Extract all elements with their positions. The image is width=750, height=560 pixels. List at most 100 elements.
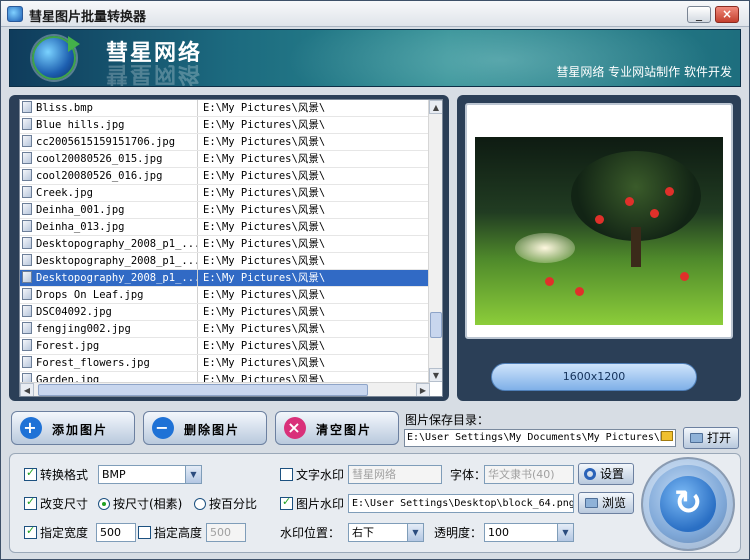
vertical-scroll-thumb[interactable]	[430, 312, 442, 338]
opacity-select[interactable]: 100 ▼	[484, 523, 574, 542]
file-path: E:\My Pictures\风景\	[203, 102, 326, 114]
folder-icon[interactable]	[661, 431, 673, 441]
file-row[interactable]: Blue hills.jpg E:\My Pictures\风景\	[20, 117, 430, 134]
file-name: cc2005615159151706.jpg	[36, 136, 176, 148]
chevron-down-icon[interactable]: ▼	[407, 524, 423, 541]
file-name: cool20080526_016.jpg	[36, 170, 163, 182]
file-row[interactable]: Desktopography_2008_p1_... E:\My Pictures…	[20, 236, 430, 253]
font-label: 字体：	[450, 468, 487, 482]
width-option[interactable]: 指定宽度	[24, 524, 88, 541]
font-input[interactable]: 华文隶书(40)	[484, 465, 574, 484]
scroll-down-icon[interactable]: ▼	[429, 368, 442, 382]
by-percent-label: 按百分比	[209, 497, 258, 511]
by-size-radio[interactable]	[98, 498, 110, 510]
browse-folder-icon	[585, 498, 598, 508]
scroll-left-icon[interactable]: ◀	[20, 383, 34, 396]
save-dir-input[interactable]: E:\User Settings\My Documents\My Picture…	[404, 429, 676, 447]
file-row[interactable]: fengjing002.jpg E:\My Pictures\风景\	[20, 321, 430, 338]
window-title: 彗星图片批量转换器	[29, 10, 147, 25]
text-watermark-checkbox[interactable]	[280, 468, 293, 481]
scroll-up-icon[interactable]: ▲	[429, 100, 442, 114]
image-watermark-option[interactable]: 图片水印	[280, 495, 344, 512]
image-file-icon	[22, 220, 32, 232]
text-watermark-option[interactable]: 文字水印	[280, 466, 344, 483]
file-row[interactable]: Desktopography_2008_p1_... E:\My Pictures…	[20, 270, 430, 287]
file-row[interactable]: cc2005615159151706.jpg E:\My Pictures\风景\	[20, 134, 430, 151]
clear-images-button[interactable]: × 清空图片	[275, 411, 399, 445]
preview-image	[475, 137, 723, 325]
watermark-position-select[interactable]: 右下 ▼	[348, 523, 424, 542]
file-row[interactable]: Deinha_013.jpg E:\My Pictures\风景\	[20, 219, 430, 236]
file-list[interactable]: Bliss.bmp E:\My Pictures\风景\ Blue hills.jp…	[19, 99, 443, 397]
file-name-cell: cool20080526_015.jpg	[20, 151, 198, 167]
image-file-icon	[22, 237, 32, 249]
height-label: 指定高度	[154, 526, 203, 540]
by-size-option[interactable]: 按尺寸(相素)	[98, 495, 182, 512]
file-row[interactable]: Desktopography_2008_p1_... E:\My Pictures…	[20, 253, 430, 270]
file-name: Drops On Leaf.jpg	[36, 289, 144, 301]
open-button-label: 打开	[707, 431, 732, 445]
preview-glow	[515, 233, 575, 263]
image-watermark-label: 图片水印	[296, 497, 345, 511]
file-row[interactable]: cool20080526_015.jpg E:\My Pictures\风景\	[20, 151, 430, 168]
settings-button[interactable]: 设置	[578, 463, 634, 485]
file-path: E:\My Pictures\风景\	[203, 136, 326, 148]
file-row[interactable]: Forest.jpg E:\My Pictures\风景\	[20, 338, 430, 355]
by-percent-option[interactable]: 按百分比	[194, 495, 257, 512]
file-name-cell: cool20080526_016.jpg	[20, 168, 198, 184]
gear-icon	[584, 468, 596, 480]
format-select[interactable]: BMP ▼	[98, 465, 202, 484]
convert-format-label: 转换格式	[40, 468, 89, 482]
file-name-cell: Deinha_001.jpg	[20, 202, 198, 218]
text-watermark-input[interactable]: 彗星网络	[348, 465, 442, 484]
resize-option[interactable]: 改变尺寸	[24, 495, 88, 512]
scroll-right-icon[interactable]: ▶	[416, 383, 430, 396]
image-watermark-checkbox[interactable]	[280, 495, 293, 510]
vertical-scrollbar[interactable]: ▲ ▼	[428, 100, 442, 382]
resize-checkbox[interactable]	[24, 495, 37, 510]
height-option[interactable]: 指定高度	[138, 524, 202, 541]
resize-label: 改变尺寸	[40, 497, 89, 511]
close-button[interactable]: ×	[715, 6, 739, 23]
horizontal-scroll-thumb[interactable]	[38, 384, 368, 396]
image-watermark-input[interactable]: E:\User Settings\Desktop\block_64.png	[348, 494, 574, 513]
width-input[interactable]: 500	[96, 523, 136, 542]
image-file-icon	[22, 152, 32, 164]
convert-format-checkbox[interactable]	[24, 466, 37, 481]
file-row[interactable]: Creek.jpg E:\My Pictures\风景\	[20, 185, 430, 202]
file-row[interactable]: Bliss.bmp E:\My Pictures\风景\	[20, 100, 430, 117]
preview-berry	[575, 287, 584, 296]
file-name: Desktopography_2008_p1_...	[36, 272, 198, 284]
browse-button[interactable]: 浏览	[578, 492, 634, 514]
file-name-cell: Creek.jpg	[20, 185, 198, 201]
add-images-button[interactable]: + 添加图片	[11, 411, 135, 445]
horizontal-scrollbar[interactable]: ◀ ▶	[20, 382, 430, 396]
delete-images-label: 删除图片	[184, 423, 241, 437]
image-file-icon	[22, 118, 32, 130]
convert-format-option[interactable]: 转换格式	[24, 466, 88, 483]
file-row[interactable]: cool20080526_016.jpg E:\My Pictures\风景\	[20, 168, 430, 185]
preview-berry	[650, 209, 659, 218]
image-file-icon	[22, 322, 32, 334]
file-row[interactable]: Forest_flowers.jpg E:\My Pictures\风景\	[20, 355, 430, 372]
height-checkbox[interactable]	[138, 526, 151, 539]
delete-images-button[interactable]: − 删除图片	[143, 411, 267, 445]
width-checkbox[interactable]	[24, 524, 37, 539]
file-name: Forest.jpg	[36, 340, 100, 352]
chevron-down-icon[interactable]: ▼	[557, 524, 573, 541]
file-row[interactable]: Drops On Leaf.jpg E:\My Pictures\风景\	[20, 287, 430, 304]
add-images-label: 添加图片	[52, 423, 109, 437]
open-button[interactable]: 打开	[683, 427, 739, 449]
app-icon	[7, 6, 23, 22]
minus-icon: −	[152, 417, 174, 439]
file-name: Forest_flowers.jpg	[36, 357, 150, 369]
file-row[interactable]: Deinha_001.jpg E:\My Pictures\风景\	[20, 202, 430, 219]
file-row[interactable]: DSC04092.jpg E:\My Pictures\风景\	[20, 304, 430, 321]
start-convert-button[interactable]: ↻	[641, 457, 735, 551]
height-input[interactable]: 500	[206, 523, 246, 542]
minimize-button[interactable]: _	[687, 6, 711, 23]
text-watermark-label: 文字水印	[296, 468, 345, 482]
arrow-logo-icon	[68, 36, 80, 52]
by-percent-radio[interactable]	[194, 498, 206, 510]
chevron-down-icon[interactable]: ▼	[185, 466, 201, 483]
